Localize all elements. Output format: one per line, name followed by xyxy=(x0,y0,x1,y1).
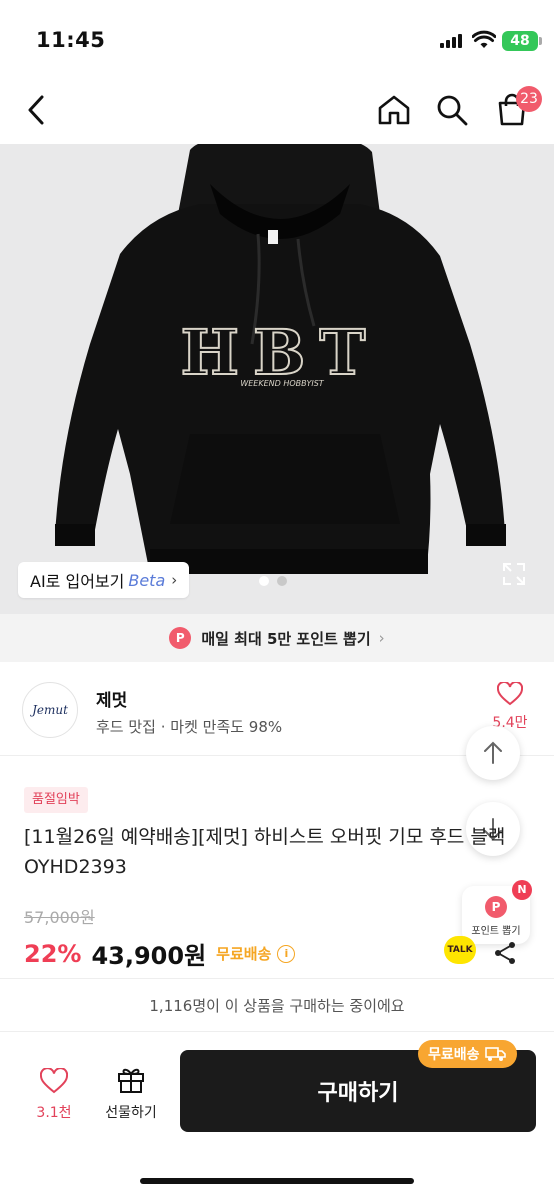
gift-icon xyxy=(118,1068,144,1093)
carousel-dots xyxy=(259,576,287,586)
heart-icon xyxy=(39,1067,69,1094)
ai-try-on-label: AI로 입어보기 xyxy=(30,572,125,591)
home-button[interactable] xyxy=(372,88,416,132)
search-button[interactable] xyxy=(430,88,474,132)
discount-rate: 22% xyxy=(24,939,82,968)
carousel-dot[interactable] xyxy=(277,576,287,586)
home-indicator xyxy=(140,1178,414,1184)
search-icon xyxy=(437,95,468,126)
status-bar: 11:45 48 xyxy=(0,0,554,76)
home-icon xyxy=(378,95,410,125)
new-badge: N xyxy=(512,880,532,900)
battery-indicator: 48 xyxy=(502,31,538,51)
bottom-action-bar: 3.1천 선물하기 구매하기 무료배송 xyxy=(0,1032,554,1200)
point-icon: P xyxy=(169,627,192,649)
status-badge: 품절임박 xyxy=(24,787,88,813)
ai-try-on-button[interactable]: AI로 입어보기 Beta › xyxy=(18,562,190,598)
carousel-dot-active[interactable] xyxy=(259,576,269,586)
point-icon: P xyxy=(485,896,507,918)
seller-like-button[interactable]: 5.4만 xyxy=(490,680,530,732)
chevron-right-icon: › xyxy=(171,571,178,589)
expand-icon[interactable] xyxy=(500,560,528,588)
free-shipping-label: 무료배송 xyxy=(216,945,272,963)
top-nav xyxy=(0,76,554,144)
info-icon[interactable]: i xyxy=(277,944,296,963)
status-time: 11:45 xyxy=(36,28,106,52)
seller-logo: Jemut xyxy=(22,682,78,738)
arrow-up-icon xyxy=(484,741,502,764)
free-shipping-chip-label: 무료배송 xyxy=(428,1047,480,1063)
product-image[interactable]: HBT WEEKEND HOBBYIST xyxy=(0,144,554,614)
chevron-right-icon: › xyxy=(378,629,385,647)
sale-price: 43,900원 xyxy=(91,942,207,970)
seller-subtitle: 후드 맛집 · 마켓 만족도 98% xyxy=(96,718,283,736)
heart-icon xyxy=(496,680,524,706)
original-price: 57,000원 xyxy=(24,908,95,927)
kakao-talk-icon[interactable]: TALK xyxy=(444,936,476,964)
wishlist-count: 3.1천 xyxy=(36,1105,72,1121)
share-icon[interactable] xyxy=(492,940,518,966)
points-banner-text: 매일 최대 5만 포인트 뽑기 xyxy=(201,629,371,648)
buying-notice: 1,116명이 이 상품을 구매하는 중이에요 xyxy=(0,978,554,1032)
seller-name: 제멋 xyxy=(96,691,128,711)
gift-button[interactable]: 선물하기 xyxy=(96,1064,166,1122)
free-shipping-chip: 무료배송 xyxy=(418,1040,517,1068)
price-row: 22% 43,900원 무료배송 i xyxy=(24,936,296,971)
gift-label: 선물하기 xyxy=(105,1105,157,1121)
chevron-left-icon xyxy=(28,95,44,125)
wishlist-button[interactable]: 3.1천 xyxy=(28,1067,80,1122)
scroll-up-button[interactable] xyxy=(466,726,520,780)
point-pick-label: 포인트 뽑기 xyxy=(471,926,521,937)
hoodie-illustration: HBT WEEKEND HOBBYIST xyxy=(55,144,506,574)
product-title: [11월26일 예약배송][제멋] 하비스트 오버핏 기모 후드 블랙 OYHD… xyxy=(24,826,506,878)
beta-label: Beta xyxy=(128,570,166,590)
print-subtext: WEEKEND HOBBYIST xyxy=(240,379,324,388)
signal-icon xyxy=(440,34,464,48)
battery-tip xyxy=(539,37,542,45)
truck-icon xyxy=(484,1047,506,1061)
wifi-icon xyxy=(472,30,496,48)
back-button[interactable] xyxy=(14,88,58,132)
cart-count-badge: 23 xyxy=(516,86,542,112)
points-banner[interactable]: P 매일 최대 5만 포인트 뽑기 › xyxy=(0,614,554,662)
